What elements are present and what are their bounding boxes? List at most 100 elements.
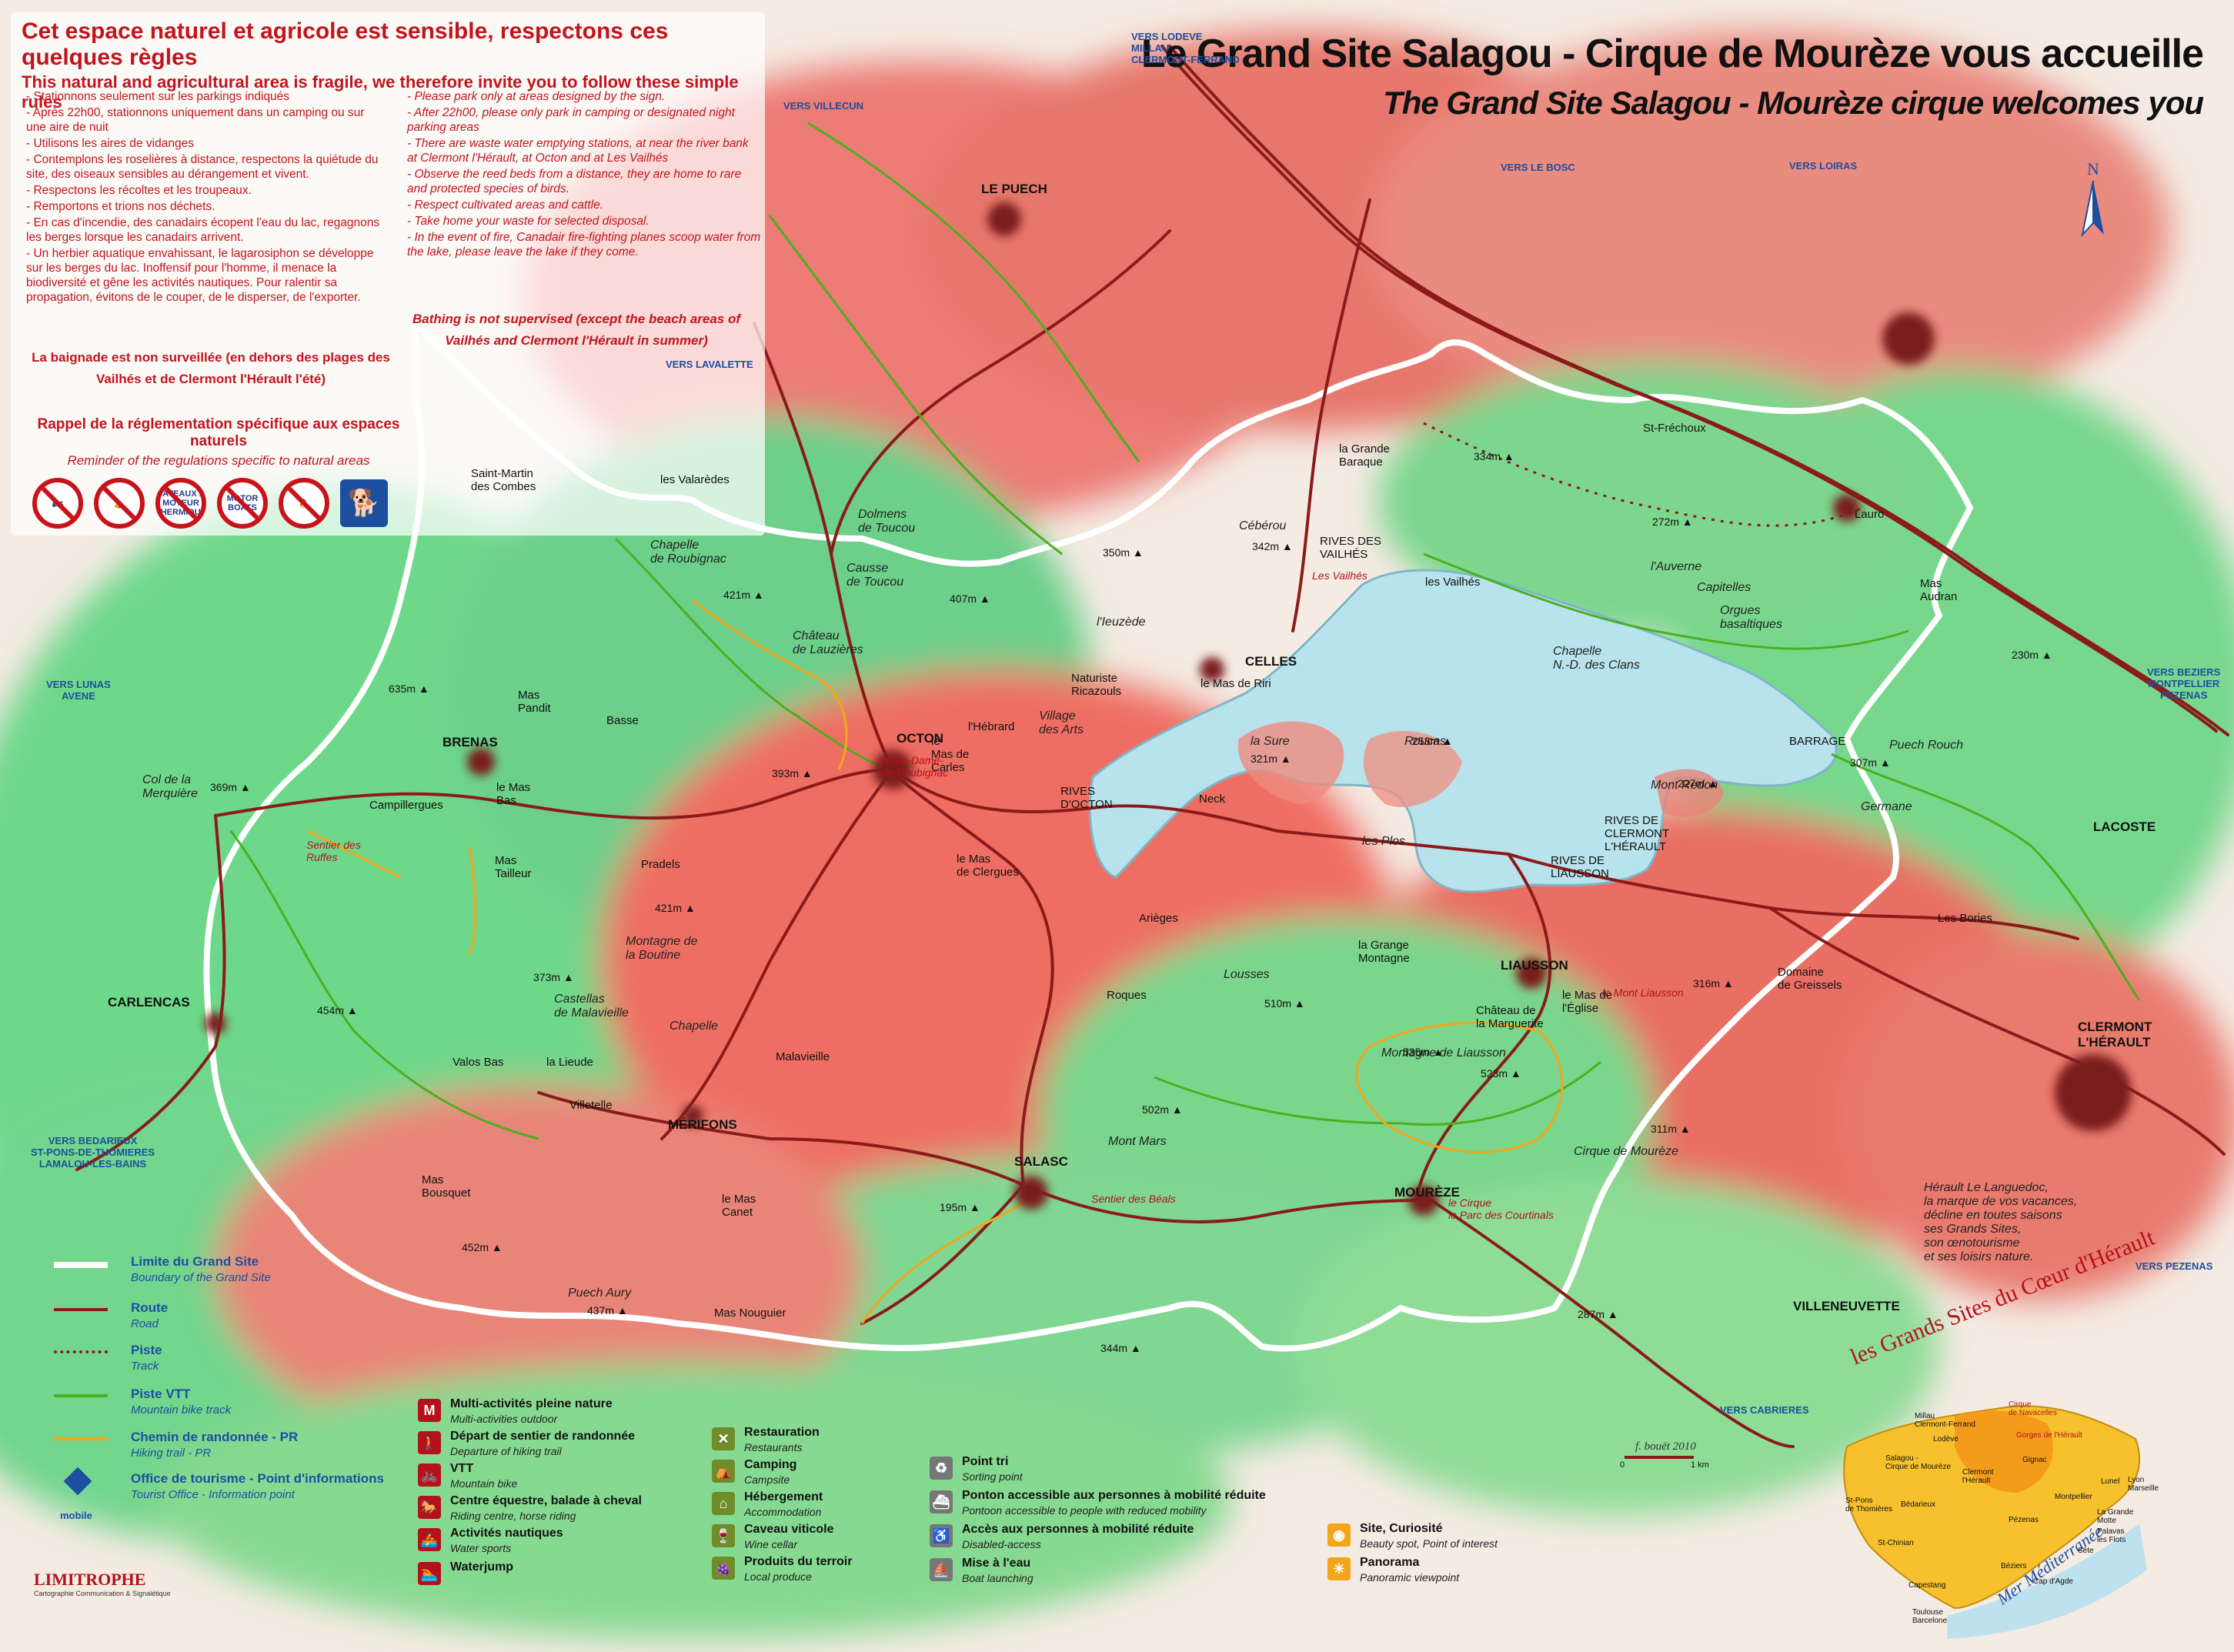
place-label: LACOSTE	[2093, 819, 2156, 834]
place-label: Lousses	[1224, 968, 1270, 981]
place-label: Notre-Dame- de-Roubignac	[881, 754, 949, 779]
place-label: Puech Rouch	[1889, 739, 1964, 752]
altitude-label: 369m ▲	[210, 781, 251, 793]
inset-town-label: Bédarieux	[1901, 1500, 1936, 1509]
legend-label: Accès aux personnes à mobilité réduite	[962, 1523, 1194, 1536]
direction-lodeve: VERS LODEVE MILLAU CLERMONT-FERRAND	[1131, 31, 1240, 65]
rule-item: - Un herbier aquatique envahissant, le l…	[26, 247, 374, 304]
rules-list-fr: - Stationnons seulement sur les parkings…	[26, 89, 380, 306]
place-label: Chapelle	[670, 1020, 719, 1033]
scale-bar: f. bouët 2010 0 1 km	[1620, 1439, 1805, 1470]
place-label: Germane	[1861, 800, 1912, 813]
altitude-label: 421m ▲	[723, 589, 764, 601]
place-label: le Mas Bas	[496, 781, 531, 807]
track-swatch	[54, 1350, 108, 1353]
legend-label: Site, Curiosité	[1360, 1522, 1443, 1535]
boat-launch-icon: ⛵	[930, 1558, 953, 1581]
altitude-label: 523m ▲	[1481, 1067, 1521, 1080]
rule-item: - Remportons et trions nos déchets.	[26, 200, 215, 213]
place-label: Dolmens de Toucou	[858, 508, 916, 535]
boundary-swatch	[54, 1262, 108, 1268]
inset-town-label: Cap d'Agde	[2033, 1577, 2073, 1586]
dog-leash-icon: 🐕	[340, 479, 388, 527]
no-camping-icon: ⛺	[94, 478, 145, 529]
place-label: Orgues basaltiques	[1720, 604, 1782, 631]
place-label: le Mas de Riri	[1200, 677, 1271, 690]
legend-label: Piste	[131, 1343, 162, 1357]
rules-panel: Cet espace naturel et agricole est sensi…	[11, 12, 765, 536]
altitude-label: 230m ▲	[2012, 649, 2052, 661]
place-label: Valos Bas	[452, 1056, 504, 1069]
place-label: VILLENEUVETTE	[1793, 1299, 1900, 1313]
legend-sublabel: Riding centre, horse riding	[450, 1510, 576, 1522]
legend-sublabel: Panoramic viewpoint	[1360, 1571, 1460, 1584]
place-label: Castellas de Malavieille	[554, 993, 629, 1020]
place-label: la Sure	[1251, 735, 1290, 748]
inset-town-label: Clermont l'Hérault	[1962, 1468, 1994, 1485]
rule-item: - Observe the reed beds from a distance,…	[407, 168, 742, 195]
rules-list-en: - Please park only at areas designed by …	[407, 89, 761, 261]
legend-label: Produits du terroir	[744, 1555, 853, 1568]
place-label: RIVES DES VAILHÉS	[1320, 535, 1382, 561]
altitude-label: 454m ▲	[317, 1004, 358, 1016]
place-label: Sentier des Ruffes	[306, 839, 361, 863]
inset-town-label: Gignac	[2022, 1456, 2047, 1464]
publisher-logo: LIMITROPHE Cartographie Communication & …	[34, 1570, 171, 1597]
road-swatch	[54, 1308, 108, 1311]
signature: f. bouët 2010	[1635, 1440, 1696, 1453]
place-label: Château de la Marguerite	[1476, 1004, 1544, 1030]
legend-sublabel: Wine cellar	[744, 1538, 798, 1550]
direction-le-bosc: VERS LE BOSC	[1501, 162, 1575, 173]
legend-sublabel: Restaurants	[744, 1441, 803, 1453]
place-label: Puech Aury	[568, 1287, 632, 1300]
multi-activities-icon: M	[418, 1399, 441, 1422]
legend-label: Centre équestre, balade à cheval	[450, 1494, 642, 1507]
house-icon: ⌂	[712, 1492, 735, 1515]
place-label: Montagne de Liausson	[1381, 1046, 1506, 1060]
altitude-label: 452m ▲	[462, 1241, 503, 1253]
legend-sublabel: Pontoon accessible to people with reduce…	[962, 1504, 1207, 1517]
place-label: Cirque de Mourèze	[1574, 1145, 1679, 1158]
place-label: le Cirque le Parc des Courtinals	[1448, 1196, 1554, 1221]
legend-label: Restauration	[744, 1426, 820, 1439]
altitude-label: 393m ▲	[772, 767, 813, 779]
inset-town-label: Montpellier	[2055, 1493, 2092, 1501]
rule-item: - En cas d'incendie, des canadairs écope…	[26, 216, 380, 244]
legend-label: Limite du Grand Site	[131, 1254, 259, 1269]
legend-sublabel: Departure of hiking trail	[450, 1445, 562, 1457]
eye-icon: ◉	[1327, 1524, 1351, 1547]
altitude-label: 272m ▲	[1652, 516, 1693, 528]
inset-town-label: Toulouse Barcelone	[1912, 1608, 1948, 1625]
rule-item: - Stationnons seulement sur les parkings…	[26, 90, 290, 103]
north-arrow: N	[2070, 158, 2116, 246]
place-label: les Plos	[1362, 835, 1406, 848]
altitude-label: 342m ▲	[1252, 540, 1293, 552]
place-label: CLERMONT L'HÉRAULT	[2078, 1020, 2152, 1050]
rule-item: - Respectons les récoltes et les troupea…	[26, 184, 252, 197]
place-label: Neck	[1199, 793, 1226, 806]
legend-label: VTT	[450, 1462, 474, 1475]
wheelchair-icon: ♿	[930, 1524, 953, 1547]
rule-item: - Après 22h00, stationnons uniquement da…	[26, 106, 365, 134]
restaurant-icon: ✕	[712, 1427, 735, 1450]
legend-label: Piste VTT	[131, 1387, 191, 1401]
inset-map: les Grands Sites du Cœur d'Hérault Mer M…	[1832, 1225, 2159, 1639]
altitude-label: 334m ▲	[1474, 450, 1514, 462]
rule-item: - Please park only at areas designed by …	[407, 90, 666, 103]
place-label: Domaine de Greissels	[1778, 966, 1842, 992]
regulation-reminder: Rappel de la réglementation spécifique a…	[11, 416, 426, 469]
legend-sublabel: Tourist Office - Information point	[131, 1488, 295, 1501]
waterjump-icon: 🏊	[418, 1562, 441, 1585]
altitude-label: 635m ▲	[389, 682, 429, 695]
legend-label: Ponton accessible aux personnes à mobili…	[962, 1489, 1266, 1502]
inset-town-label: La Grande Motte	[2097, 1508, 2134, 1525]
no-thermal-boats-icon: BATEAUX À MOTEUR THERMIQUE	[155, 478, 206, 529]
legend-label: Hébergement	[744, 1490, 823, 1503]
legend-sublabel: Disabled-access	[962, 1538, 1041, 1550]
place-label: l'Ieuzède	[1097, 616, 1146, 629]
place-label: Mas Audran	[1920, 577, 1958, 603]
direction-lavalette: VERS LAVALETTE	[666, 359, 753, 370]
place-label: Basse	[606, 714, 639, 727]
inset-town-label: Pézenas	[2009, 1516, 2039, 1524]
place-label: Lauro	[1855, 508, 1885, 521]
